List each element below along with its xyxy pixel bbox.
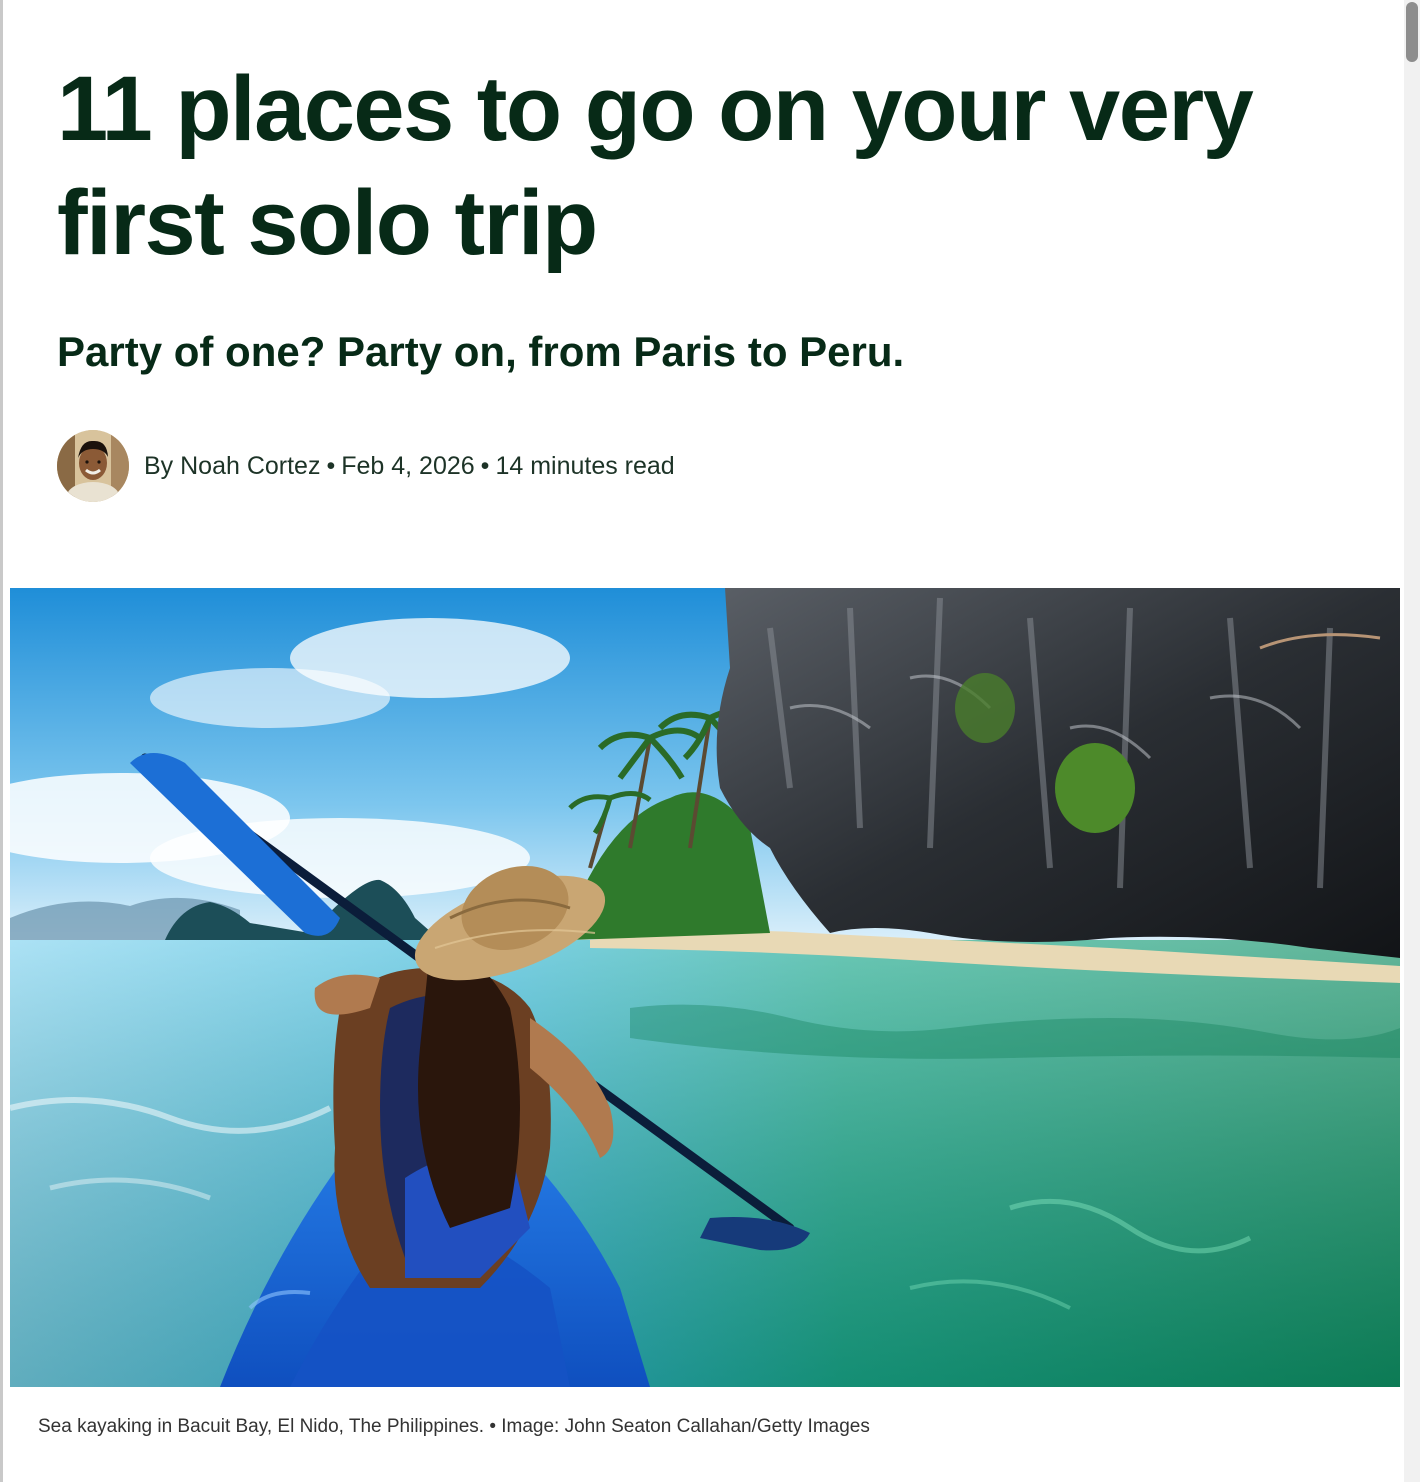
author-name-link[interactable]: By Noah Cortez [144,452,320,480]
article-subheadline: Party of one? Party on, from Paris to Pe… [57,328,905,375]
page-left-border [0,0,3,1482]
byline-separator: • [326,451,336,480]
read-time: 14 minutes read [495,451,675,480]
hero-photo-kayak [10,588,1400,1387]
byline-text: By Noah Cortez • Feb 4, 2026 • 14 minutes re… [144,452,675,481]
article-header: 11 places to go on your very first solo … [57,52,1357,280]
article-headline: 11 places to go on your very first solo … [57,58,1254,274]
byline: By Noah Cortez • Feb 4, 2026 • 14 minutes re… [57,430,675,502]
publish-date: Feb 4, 2026 [341,451,475,480]
byline-separator: • [480,451,490,480]
hero-image [10,588,1400,1387]
author-avatar[interactable] [57,430,129,502]
scrollbar[interactable] [1404,0,1420,1482]
hero-image-caption: Sea kayaking in Bacuit Bay, El Nido, The… [38,1416,870,1437]
scrollbar-thumb[interactable] [1406,2,1418,62]
